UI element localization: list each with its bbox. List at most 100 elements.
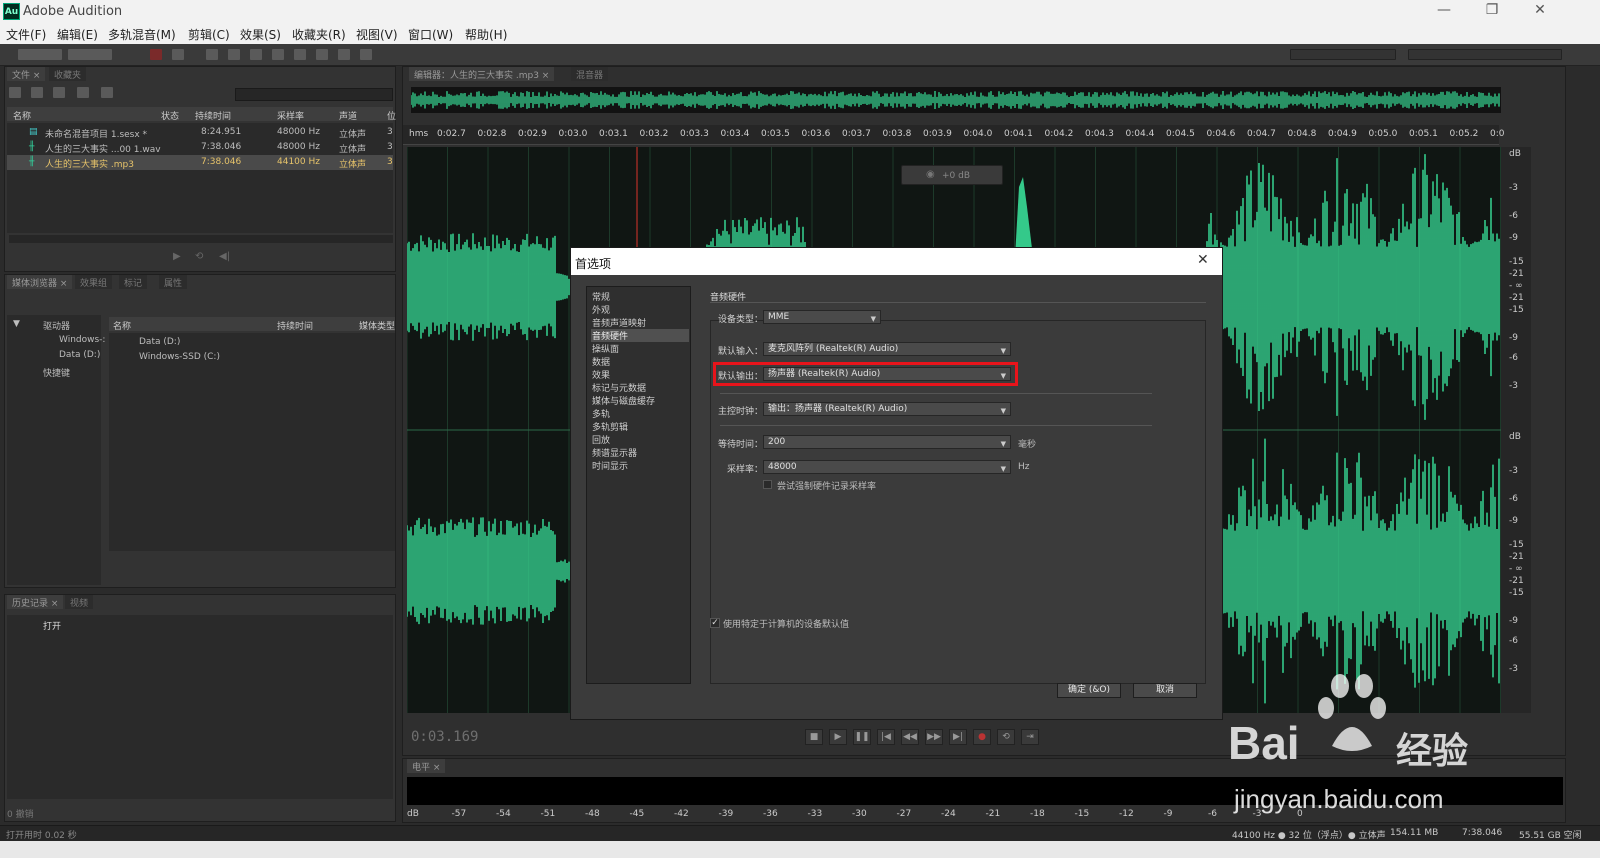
table-row[interactable]: ▤ 未命名混音项目 1.sesx * 8:24.951 48000 Hz 立体声… [7, 125, 393, 140]
menu-edit[interactable]: 编辑(E) [57, 26, 98, 43]
time-ruler[interactable]: hms 0:02.7 0:02.8 0:02.9 0:03.0 0:03.1 0:03.2… [403, 125, 1504, 145]
force-rate-checkbox[interactable] [763, 480, 772, 489]
col-name[interactable]: 名称 [113, 319, 131, 332]
category-item[interactable]: 常规 [591, 290, 689, 303]
tab-editor[interactable]: 编辑器：人生的三大事实 .mp3 × [409, 67, 555, 81]
play-icon[interactable]: ▶ [173, 251, 181, 262]
table-row-selected[interactable]: ╫ 人生的三大事实 .mp3 7:38.046 44100 Hz 立体声 3 [7, 155, 393, 170]
default-input-select[interactable]: 麦克风阵列 (Realtek(R) Audio) ▼ [763, 342, 1011, 356]
master-clock-select[interactable]: 输出：扬声器 (Realtek(R) Audio) ▼ [763, 402, 1011, 416]
waveform-overview[interactable] [410, 87, 1501, 113]
autoplay-icon[interactable]: ◀| [219, 251, 230, 262]
tab-mixer[interactable]: 混音器 [571, 67, 609, 81]
pitch-icon[interactable] [172, 49, 184, 60]
waveform-view-button[interactable] [18, 49, 62, 60]
marquee-icon[interactable] [294, 49, 306, 60]
category-item[interactable]: 音频声道映射 [591, 316, 689, 329]
loop-icon[interactable]: ⟲ [997, 729, 1015, 745]
lasso-icon[interactable] [316, 49, 328, 60]
spectral-icon[interactable] [150, 49, 162, 60]
category-item[interactable]: 回放 [591, 433, 689, 446]
close-window-icon[interactable]: ✕ [1518, 2, 1562, 18]
menu-help[interactable]: 帮助(H) [465, 26, 507, 43]
gain-knob-icon[interactable]: ◉ [926, 169, 935, 180]
col-channels[interactable]: 声道 [339, 109, 357, 122]
workspace-select[interactable] [1290, 49, 1396, 60]
list-item[interactable]: Data (D:) [139, 337, 180, 347]
use-defaults-checkbox[interactable]: ✓ [710, 618, 720, 628]
menu-favorites[interactable]: 收藏夹(R) [292, 26, 346, 43]
tab-history[interactable]: 历史记录 × [7, 595, 64, 609]
col-name[interactable]: 名称 [13, 109, 31, 122]
device-type-select[interactable]: MME ▼ [763, 310, 881, 324]
dialog-close-icon[interactable]: ✕ [1197, 252, 1209, 268]
menu-effects[interactable]: 效果(S) [240, 26, 281, 43]
col-bits[interactable]: 位 [387, 109, 396, 122]
stop-icon[interactable]: ■ [805, 729, 823, 745]
category-item[interactable]: 多轨剪辑 [591, 420, 689, 433]
tab-video[interactable]: 视频 [65, 595, 94, 609]
record-icon[interactable]: ● [973, 729, 991, 745]
import-icon[interactable] [31, 87, 43, 98]
category-item[interactable]: 操纵面 [591, 342, 689, 355]
menu-view[interactable]: 视图(V) [356, 26, 398, 43]
table-row[interactable]: ╫ 人生的三大事实 ...00 1.wav 7:38.046 48000 Hz … [7, 140, 393, 155]
col-duration[interactable]: 持续时间 [277, 319, 313, 332]
search-help-input[interactable] [1408, 49, 1562, 60]
menu-multitrack[interactable]: 多轨混音(M) [108, 26, 176, 43]
tab-favorites[interactable]: 收藏夹 [49, 67, 87, 81]
cancel-button[interactable]: 取消 [1133, 683, 1197, 698]
rewind-icon[interactable]: ◀◀ [901, 729, 919, 745]
minimize-icon[interactable]: — [1422, 2, 1466, 18]
go-to-start-icon[interactable]: |◀ [877, 729, 895, 745]
loop-icon[interactable]: ⟲ [195, 251, 203, 262]
latency-select[interactable]: 200 ▼ [763, 435, 1011, 449]
col-duration[interactable]: 持续时间 [195, 109, 231, 122]
category-item[interactable]: 外观 [591, 303, 689, 316]
skip-icon[interactable]: ⇥ [1021, 729, 1039, 745]
tab-media-browser[interactable]: 媒体浏览器 × [7, 275, 73, 289]
files-search-input[interactable] [235, 88, 393, 101]
razor-tool-icon[interactable] [228, 49, 240, 60]
spot-heal-icon[interactable] [360, 49, 372, 60]
list-item[interactable]: Windows-SSD (C:) [139, 352, 220, 362]
play-icon[interactable]: ▶ [829, 729, 847, 745]
tab-markers[interactable]: 标记 [119, 275, 148, 289]
category-item[interactable]: 数据 [591, 355, 689, 368]
category-item[interactable]: 时间显示 [591, 459, 689, 472]
tree-drives[interactable]: 驱动器 [43, 319, 70, 332]
go-to-end-icon[interactable]: ▶| [949, 729, 967, 745]
brush-icon[interactable] [338, 49, 350, 60]
default-output-select[interactable]: 扬声器 (Realtek(R) Audio) ▼ [763, 367, 1011, 381]
move-tool-icon[interactable] [206, 49, 218, 60]
trash-icon[interactable] [101, 87, 113, 98]
multitrack-view-button[interactable] [68, 49, 112, 60]
category-item[interactable]: 媒体与磁盘缓存 [591, 394, 689, 407]
slip-tool-icon[interactable] [250, 49, 262, 60]
new-file-icon[interactable] [53, 87, 65, 98]
sample-rate-select[interactable]: 48000 ▼ [763, 460, 1011, 474]
folder-icon[interactable] [9, 87, 21, 98]
insert-icon[interactable] [77, 87, 89, 98]
category-item[interactable]: 标记与元数据 [591, 381, 689, 394]
menu-file[interactable]: 文件(F) [6, 26, 46, 43]
time-selection-icon[interactable] [272, 49, 284, 60]
category-item[interactable]: 效果 [591, 368, 689, 381]
menu-window[interactable]: 窗口(W) [408, 26, 453, 43]
ok-button[interactable]: 确定 (&O) [1057, 683, 1121, 698]
tab-properties[interactable]: 属性 [159, 275, 188, 289]
history-item[interactable]: 打开 [43, 619, 61, 632]
hud-gain-control[interactable]: ◉ +0 dB [901, 165, 1003, 185]
tab-effects-rack[interactable]: 效果组 [75, 275, 113, 289]
files-hscrollbar[interactable] [9, 235, 393, 243]
col-rate[interactable]: 采样率 [277, 109, 304, 122]
fast-forward-icon[interactable]: ▶▶ [925, 729, 943, 745]
tab-levels[interactable]: 电平 × [407, 759, 446, 773]
expand-icon[interactable]: ▼ [13, 319, 20, 329]
tree-windows[interactable]: Windows-: [59, 335, 105, 345]
pause-icon[interactable]: ❚❚ [853, 729, 871, 745]
tree-data[interactable]: Data (D:) [59, 350, 100, 360]
col-media-type[interactable]: 媒体类型 [359, 319, 395, 332]
category-item[interactable]: 音频硬件 [591, 329, 689, 342]
restore-icon[interactable]: ❐ [1470, 2, 1514, 18]
